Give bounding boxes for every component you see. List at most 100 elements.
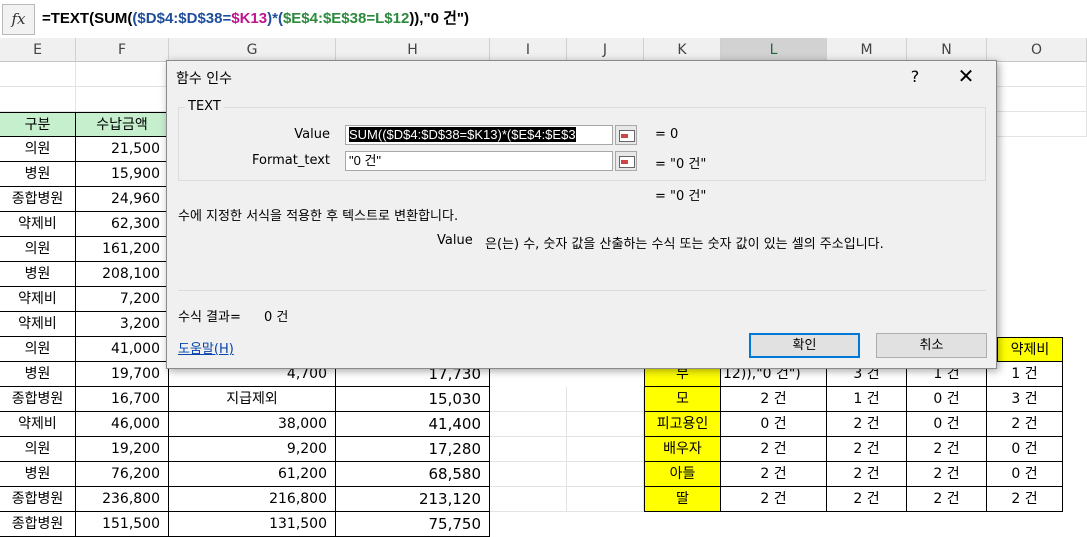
sheet-cell[interactable] (490, 462, 567, 487)
column-header-f[interactable]: F (76, 38, 169, 62)
sheet-cell[interactable] (490, 487, 567, 512)
count-cell[interactable]: 0 건 (907, 387, 987, 412)
amount-cell[interactable]: 16,700 (76, 387, 169, 412)
column-header-i[interactable]: I (490, 38, 567, 62)
arg-value-input[interactable]: SUM(($D$4:$D$38=$K13)*($E$4:$E$3 (345, 125, 613, 145)
h-cell[interactable]: 15,030 (336, 387, 490, 412)
count-cell[interactable]: 2 건 (907, 462, 987, 487)
cancel-button[interactable]: 취소 (876, 333, 987, 358)
relation-cell[interactable]: 배우자 (644, 437, 721, 462)
column-header-l[interactable]: L (721, 38, 827, 62)
g-cell[interactable]: 9,200 (169, 437, 336, 462)
count-cell[interactable]: 0 건 (987, 462, 1063, 487)
sheet-cell[interactable] (567, 487, 644, 512)
amount-cell[interactable]: 19,700 (76, 362, 169, 387)
g-cell[interactable]: 61,200 (169, 462, 336, 487)
amount-cell[interactable]: 21,500 (76, 137, 169, 162)
category-cell[interactable]: 병원 (0, 462, 76, 487)
amount-cell[interactable]: 62,300 (76, 212, 169, 237)
count-cell[interactable]: 2 건 (827, 437, 907, 462)
sheet-cell[interactable] (567, 437, 644, 462)
sheet-cell[interactable] (490, 437, 567, 462)
h-cell[interactable]: 17,280 (336, 437, 490, 462)
category-cell[interactable]: 약제비 (0, 212, 76, 237)
category-cell[interactable]: 종합병원 (0, 187, 76, 212)
relation-cell[interactable]: 딸 (644, 487, 721, 512)
sheet-cell[interactable] (997, 112, 1087, 137)
arg-value-collapse-button[interactable] (615, 125, 637, 145)
column-header-k[interactable]: K (644, 38, 721, 62)
close-icon[interactable]: ✕ (951, 65, 981, 89)
category-cell[interactable]: 종합병원 (0, 487, 76, 512)
g-cell[interactable]: 38,000 (169, 412, 336, 437)
amount-cell[interactable]: 46,000 (76, 412, 169, 437)
amount-cell[interactable]: 76,200 (76, 462, 169, 487)
amount-cell[interactable]: 41,000 (76, 337, 169, 362)
sheet-cell[interactable] (490, 412, 567, 437)
count-cell[interactable]: 2 건 (907, 487, 987, 512)
amount-cell[interactable]: 208,100 (76, 262, 169, 287)
amount-cell[interactable]: 19,200 (76, 437, 169, 462)
relation-cell[interactable]: 모 (644, 387, 721, 412)
column-header-n[interactable]: N (907, 38, 987, 62)
count-cell[interactable]: 2 건 (721, 437, 827, 462)
g-cell[interactable]: 지급제외 (169, 387, 336, 412)
help-icon[interactable]: ? (903, 65, 927, 89)
category-cell[interactable]: 병원 (0, 262, 76, 287)
ok-button[interactable]: 확인 (749, 333, 860, 358)
category-cell[interactable]: 의원 (0, 137, 76, 162)
formula-input[interactable]: =TEXT(SUM(($D$4:$D$38=$K13)*($E$4:$E$38=… (42, 7, 469, 28)
amount-cell[interactable]: 236,800 (76, 487, 169, 512)
header-amount[interactable]: 수납금액 (76, 112, 169, 137)
insert-function-button[interactable]: fx (2, 4, 35, 35)
category-cell[interactable]: 의원 (0, 337, 76, 362)
arg-format-collapse-button[interactable] (615, 151, 637, 171)
sheet-cell[interactable] (997, 62, 1087, 87)
amount-cell[interactable]: 161,200 (76, 237, 169, 262)
count-cell[interactable]: 1 건 (827, 387, 907, 412)
count-cell[interactable]: 2 건 (827, 462, 907, 487)
count-cell[interactable]: 0 건 (987, 437, 1063, 462)
count-cell[interactable]: 2 건 (987, 412, 1063, 437)
count-cell[interactable]: 2 건 (987, 487, 1063, 512)
category-cell[interactable]: 병원 (0, 362, 76, 387)
count-cell[interactable]: 0 건 (907, 412, 987, 437)
sheet-cell[interactable] (567, 462, 644, 487)
count-cell[interactable]: 2 건 (907, 437, 987, 462)
h-cell[interactable]: 41,400 (336, 412, 490, 437)
sheet-cell[interactable] (0, 62, 76, 87)
amount-cell[interactable]: 3,200 (76, 312, 169, 337)
category-cell[interactable]: 의원 (0, 437, 76, 462)
count-cell[interactable]: 2 건 (721, 387, 827, 412)
h-cell[interactable]: 68,580 (336, 462, 490, 487)
amount-cell[interactable]: 24,960 (76, 187, 169, 212)
column-header-h[interactable]: H (336, 38, 490, 62)
category-cell[interactable]: 약제비 (0, 412, 76, 437)
sheet-cell[interactable] (567, 412, 644, 437)
count-cell[interactable]: 1 건 (987, 362, 1063, 387)
amount-cell[interactable]: 7,200 (76, 287, 169, 312)
category-cell[interactable]: 약제비 (0, 312, 76, 337)
h-cell[interactable]: 213,120 (336, 487, 490, 512)
relation-cell[interactable]: 피고용인 (644, 412, 721, 437)
sheet-cell[interactable] (567, 387, 644, 412)
column-header-e[interactable]: E (0, 38, 76, 62)
sheet-cell[interactable] (490, 387, 567, 412)
g-cell[interactable]: 216,800 (169, 487, 336, 512)
category-cell[interactable]: 의원 (0, 237, 76, 262)
count-cell[interactable]: 2 건 (827, 487, 907, 512)
header-o-yakjebi[interactable]: 약제비 (997, 337, 1063, 362)
column-header-g[interactable]: G (169, 38, 336, 62)
amount-cell[interactable]: 15,900 (76, 162, 169, 187)
category-cell[interactable]: 병원 (0, 162, 76, 187)
category-cell[interactable]: 종합병원 (0, 387, 76, 412)
count-cell[interactable]: 2 건 (721, 487, 827, 512)
help-link[interactable]: 도움말(H) (178, 338, 234, 357)
category-cell[interactable]: 약제비 (0, 287, 76, 312)
count-cell[interactable]: 2 건 (827, 412, 907, 437)
sheet-cell[interactable] (0, 87, 76, 112)
column-header-j[interactable]: J (567, 38, 644, 62)
arg-format-input[interactable]: "0 건" (345, 151, 613, 171)
column-header-o[interactable]: O (987, 38, 1087, 62)
relation-cell[interactable]: 아들 (644, 462, 721, 487)
